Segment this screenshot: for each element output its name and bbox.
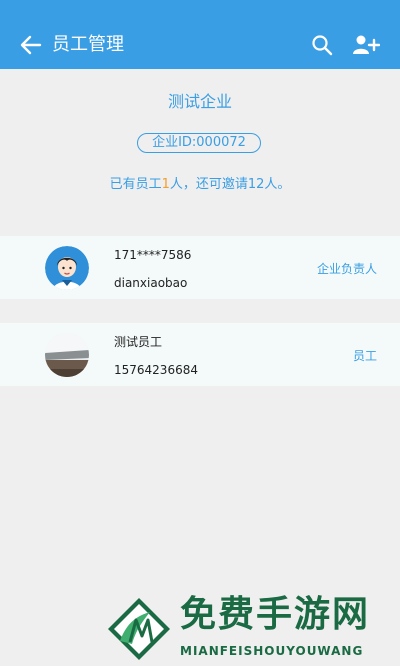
summary-suffix: 人，还可邀请12人。 [169, 177, 291, 192]
watermark-logo-icon [108, 598, 170, 660]
member-username: dianxiaobao [114, 276, 188, 290]
company-name: 测试企业 [167, 92, 232, 111]
member-role: 企业负责人 [316, 262, 377, 276]
avatar [45, 246, 89, 290]
member-role: 员工 [352, 349, 377, 363]
member-row[interactable]: 171****7586 dianxiaobao 企业负责人 [0, 236, 400, 299]
arrow-back-icon [20, 35, 42, 55]
member-phone: 15764236684 [114, 363, 198, 377]
watermark-subtitle: MIANFEISHOUYOUWANG [180, 644, 364, 658]
photo-avatar [45, 333, 89, 377]
app-bar: 员工管理 [0, 0, 400, 69]
company-id-badge: 企业ID:000072 [137, 133, 261, 153]
member-name: 测试员工 [114, 335, 163, 349]
employee-summary: 已有员工1人，还可邀请12人。 [0, 175, 400, 195]
search-button[interactable] [310, 33, 334, 57]
member-phone: 171****7586 [114, 248, 192, 262]
back-button[interactable] [19, 34, 43, 56]
watermark-title: 免费手游网 [180, 594, 371, 635]
member-row[interactable]: 测试员工 15764236684 员工 [0, 323, 400, 386]
employee-count: 1 [161, 177, 170, 192]
avatar [45, 333, 89, 377]
add-user-button[interactable] [352, 33, 381, 57]
cartoon-avatar [45, 246, 89, 290]
search-icon [312, 35, 333, 56]
add-user-icon [353, 35, 381, 54]
page-title: 员工管理 [52, 34, 124, 55]
summary-prefix: 已有员工 [109, 177, 162, 192]
watermark: 免费手游网 MIANFEISHOUYOUWANG [100, 592, 400, 666]
